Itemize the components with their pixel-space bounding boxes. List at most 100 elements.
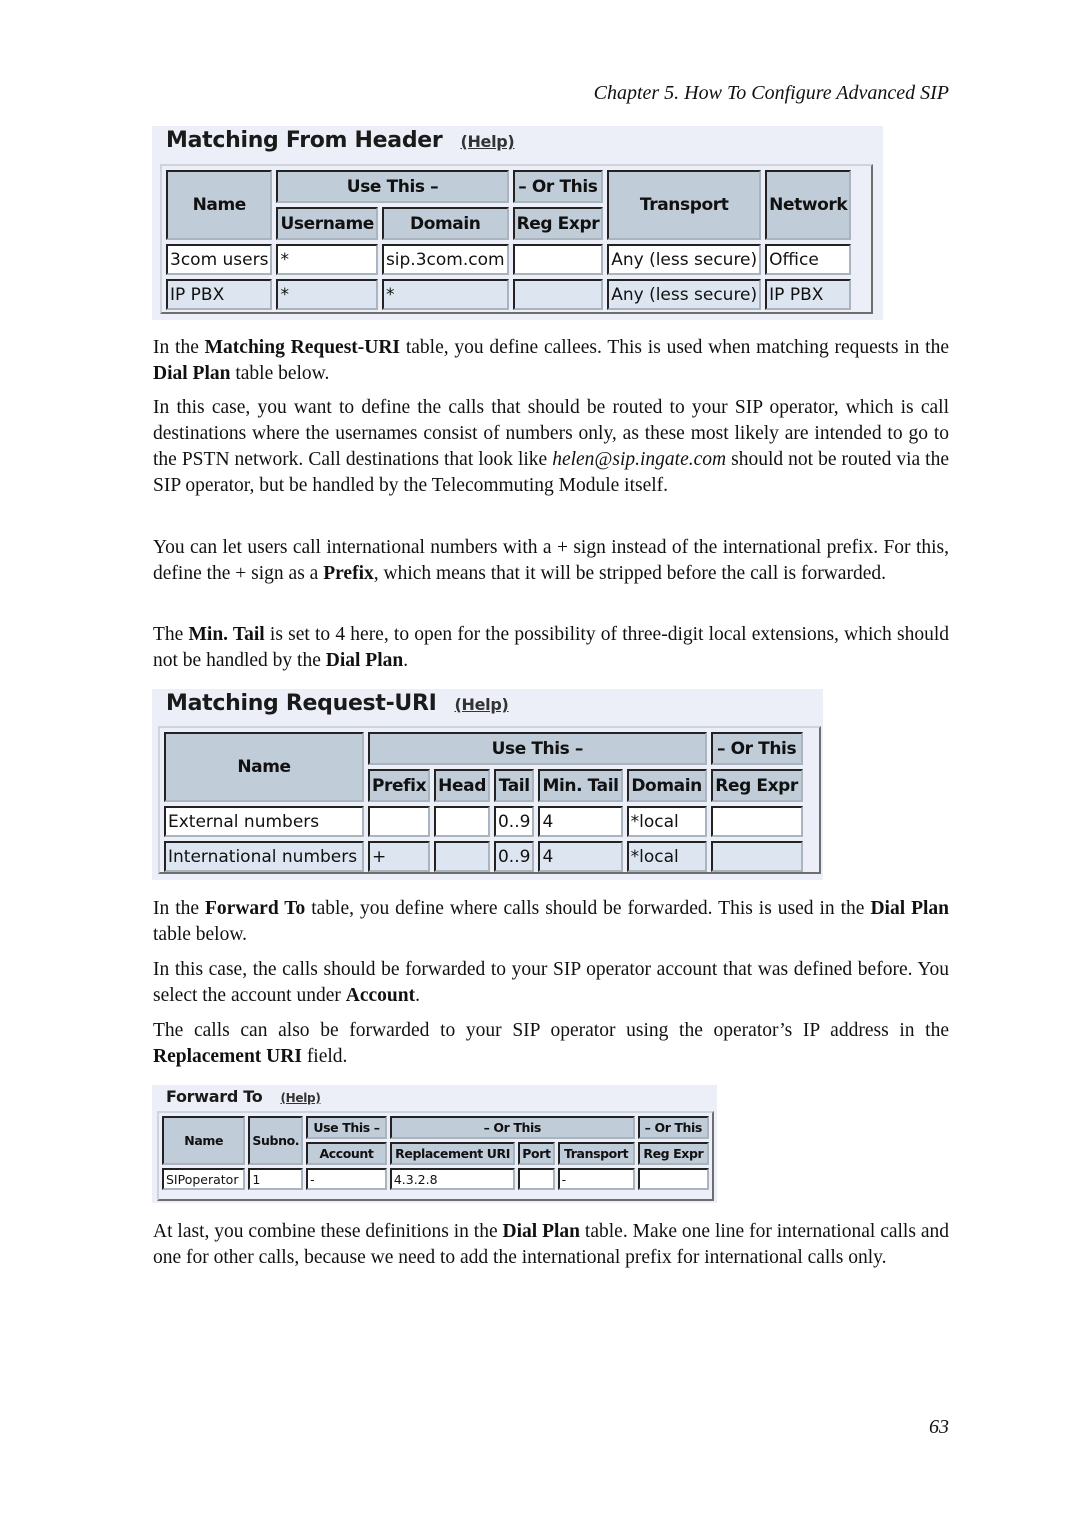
col-header-subno: Subno. <box>248 1116 304 1165</box>
bold-term: Prefix <box>323 563 374 584</box>
table-row: 3com users * sip.3com.com Any (less secu… <box>166 244 852 275</box>
cell-transport[interactable]: - <box>557 1168 635 1190</box>
cell-reg-expr[interactable] <box>710 806 803 837</box>
group-header-or-this: – Or This <box>710 732 803 765</box>
cell-reg-expr[interactable] <box>512 244 604 275</box>
text: field. <box>301 1046 348 1067</box>
text: , which means that it will be stripped b… <box>373 563 886 584</box>
bold-term: Dial Plan <box>153 363 231 384</box>
col-header-name: Name <box>162 1116 246 1165</box>
cell-subno[interactable]: 1 <box>248 1168 304 1190</box>
col-header-reg-expr: Reg Expr <box>637 1142 709 1165</box>
cell-prefix[interactable]: + <box>368 841 431 872</box>
panel-title: Matching Request-URI (Help) <box>166 691 509 716</box>
cell-username[interactable]: * <box>276 244 378 275</box>
cell-domain[interactable]: * <box>381 279 509 310</box>
bold-term: Dial Plan <box>870 898 950 919</box>
text: table, you define callees. This is used … <box>400 337 949 358</box>
page-number: 63 <box>929 1416 949 1438</box>
cell-min-tail[interactable]: 4 <box>538 806 623 837</box>
bold-term: Matching Request-URI <box>204 337 401 358</box>
col-header-account: Account <box>306 1142 387 1165</box>
col-header-domain: Domain <box>381 207 509 240</box>
group-header-or-this: – Or This <box>389 1116 635 1139</box>
cell-domain[interactable]: *local <box>626 841 707 872</box>
forward-to-panel: Forward To (Help) Name Subno. Use This – … <box>152 1085 717 1203</box>
paragraph: The Min. Tail is set to 4 here, to open … <box>153 622 949 674</box>
cell-name[interactable]: International numbers <box>164 841 364 872</box>
matching-from-header-table: Name Use This – – Or This Transport Netw… <box>162 166 855 314</box>
panel-title-text: Matching Request-URI <box>166 691 437 716</box>
col-header-name: Name <box>166 170 273 240</box>
col-header-transport: Transport <box>607 170 762 240</box>
cell-transport[interactable]: Any (less secure) <box>607 279 762 310</box>
matching-from-header-panel: Matching From Header (Help) Name Use This… <box>152 126 883 320</box>
col-header-reg-expr: Reg Expr <box>512 207 604 240</box>
group-header-or-this-2: – Or This <box>637 1116 709 1139</box>
cell-domain[interactable]: sip.3com.com <box>381 244 509 275</box>
paragraph: In this case, you want to define the cal… <box>153 395 949 499</box>
col-header-name: Name <box>164 732 364 802</box>
forward-to-table: Name Subno. Use This – – Or This – Or Th… <box>159 1113 712 1193</box>
paragraph: You can let users call international num… <box>153 535 949 587</box>
cell-domain[interactable]: *local <box>626 806 707 837</box>
text: In this case, the calls should be forwar… <box>153 959 949 1006</box>
text: is set to 4 here, to open for the possib… <box>153 624 949 671</box>
group-header-or-this: – Or This <box>512 170 604 203</box>
text: The calls can also be forwarded to your … <box>153 1020 949 1041</box>
text: The <box>153 624 189 645</box>
text: At last, you combine these definitions i… <box>153 1221 503 1242</box>
help-link[interactable]: (Help) <box>455 695 509 714</box>
italic-email: helen@sip.ingate.com <box>552 449 727 470</box>
cell-name[interactable]: 3com users <box>166 244 273 275</box>
col-header-head: Head <box>434 769 490 802</box>
panel-title: Matching From Header (Help) <box>166 128 515 153</box>
text: . <box>415 985 420 1006</box>
col-header-network: Network <box>765 170 852 240</box>
cell-name[interactable]: SIPoperator <box>162 1168 246 1190</box>
text: In the <box>153 898 206 919</box>
col-header-tail: Tail <box>493 769 535 802</box>
cell-network[interactable]: Office <box>765 244 852 275</box>
panel-title-text: Matching From Header <box>166 128 443 153</box>
cell-prefix[interactable] <box>368 806 431 837</box>
col-header-domain: Domain <box>626 769 707 802</box>
panel-title: Forward To (Help) <box>166 1087 321 1106</box>
cell-name[interactable]: External numbers <box>164 806 364 837</box>
paragraph: The calls can also be forwarded to your … <box>153 1018 949 1070</box>
cell-transport[interactable]: Any (less secure) <box>607 244 762 275</box>
help-link[interactable]: (Help) <box>460 132 514 151</box>
col-header-min-tail: Min. Tail <box>538 769 623 802</box>
cell-replacement-uri[interactable]: 4.3.2.8 <box>389 1168 516 1190</box>
paragraph: In the Forward To table, you define wher… <box>153 896 949 948</box>
cell-reg-expr[interactable] <box>637 1168 709 1190</box>
group-header-use-this: Use This – <box>306 1116 387 1139</box>
cell-reg-expr[interactable] <box>512 279 604 310</box>
bold-term: Min. Tail <box>188 624 265 645</box>
cell-head[interactable] <box>434 806 490 837</box>
cell-name[interactable]: IP PBX <box>166 279 273 310</box>
help-link[interactable]: (Help) <box>280 1091 320 1105</box>
cell-username[interactable]: * <box>276 279 378 310</box>
cell-min-tail[interactable]: 4 <box>538 841 623 872</box>
text: table, you define where calls should be … <box>305 898 871 919</box>
cell-port[interactable] <box>518 1168 555 1190</box>
text: . <box>403 650 409 671</box>
col-header-replacement-uri: Replacement URI <box>389 1142 516 1165</box>
paragraph: In the Matching Request-URI table, you d… <box>153 335 949 387</box>
matching-request-uri-panel: Matching Request-URI (Help) Name Use This… <box>152 689 823 880</box>
cell-network[interactable]: IP PBX <box>765 279 852 310</box>
bold-term: Dial Plan <box>325 650 404 671</box>
cell-tail[interactable]: 0..9 <box>493 806 535 837</box>
col-header-transport: Transport <box>557 1142 635 1165</box>
table-row: External numbers 0..9 4 *local <box>164 806 803 837</box>
bold-term: Replacement URI <box>153 1046 302 1067</box>
table-frame: Name Use This – – Or This Prefix Head Ta… <box>158 726 821 874</box>
text: table below. <box>153 924 248 945</box>
col-header-username: Username <box>276 207 378 240</box>
table-row: SIPoperator 1 - 4.3.2.8 - <box>162 1168 709 1190</box>
cell-reg-expr[interactable] <box>710 841 803 872</box>
cell-head[interactable] <box>434 841 490 872</box>
cell-tail[interactable]: 0..9 <box>493 841 535 872</box>
cell-account[interactable]: - <box>306 1168 387 1190</box>
